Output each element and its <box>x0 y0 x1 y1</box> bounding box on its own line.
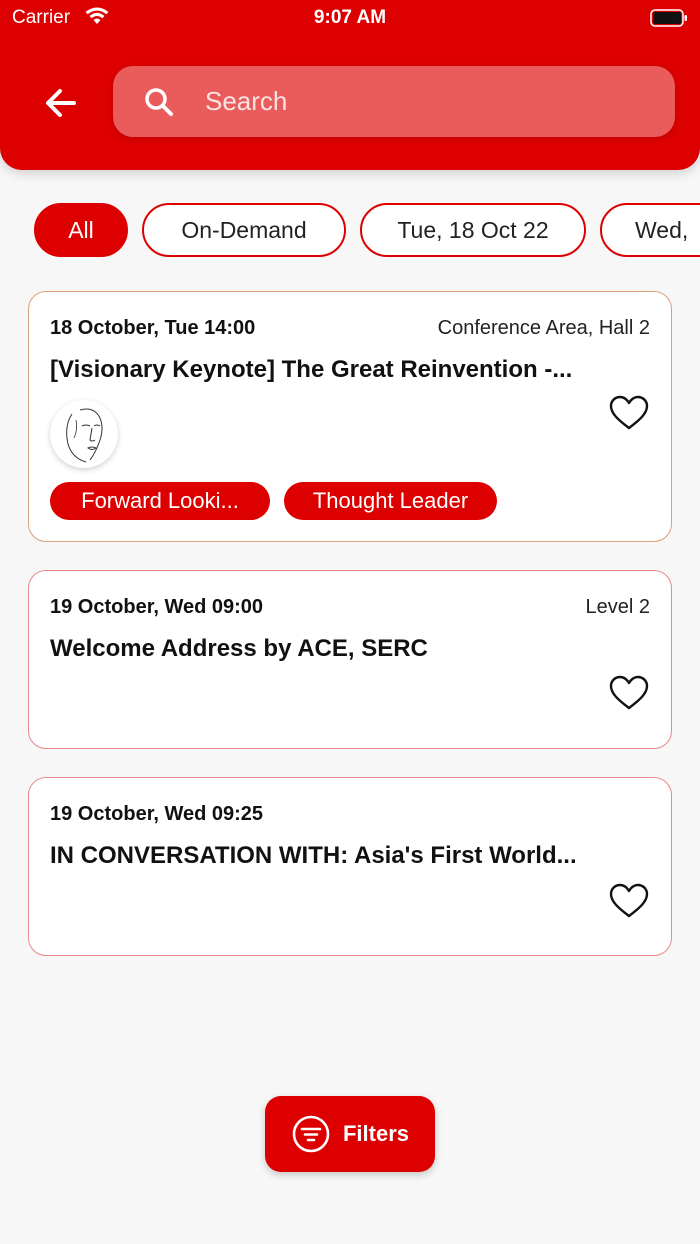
session-title: IN CONVERSATION WITH: Asia's First World… <box>50 842 577 869</box>
chip-tue-18-oct[interactable]: Tue, 18 Oct 22 <box>360 203 586 257</box>
battery-icon <box>650 9 687 27</box>
speaker-avatar <box>50 400 118 468</box>
tag-forward-looking[interactable]: Forward Looki... <box>50 482 270 520</box>
filters-label: Filters <box>342 1121 410 1146</box>
session-date: 19 October, Wed 09:25 <box>50 803 264 825</box>
session-card[interactable]: 18 October, Tue 14:00 Conference Area, H… <box>28 291 672 542</box>
date-filter-chips: All On-Demand Tue, 18 Oct 22 Wed, <box>0 203 700 257</box>
chip-wed[interactable]: Wed, <box>600 203 700 257</box>
search-bar[interactable] <box>113 66 675 137</box>
heart-icon[interactable] <box>609 395 649 431</box>
session-title: Welcome Address by ACE, SERC <box>50 635 428 662</box>
tag-thought-leader[interactable]: Thought Leader <box>284 482 497 520</box>
session-date: 18 October, Tue 14:00 <box>50 317 256 339</box>
session-location: Conference Area, Hall 2 <box>437 317 650 339</box>
session-title: [Visionary Keynote] The Great Reinventio… <box>50 356 573 383</box>
filters-button[interactable]: Filters <box>265 1096 435 1172</box>
session-location: Level 2 <box>585 596 651 618</box>
heart-icon[interactable] <box>609 883 649 919</box>
chip-all[interactable]: All <box>34 203 128 257</box>
filter-icon <box>292 1115 330 1153</box>
back-button[interactable] <box>38 80 84 126</box>
chip-on-demand[interactable]: On-Demand <box>142 203 346 257</box>
face-line-art-icon <box>66 408 103 463</box>
status-bar: Carrier 9:07 AM <box>0 0 700 36</box>
session-date: 19 October, Wed 09:00 <box>50 596 264 618</box>
search-icon <box>145 87 173 116</box>
session-card[interactable]: 19 October, Wed 09:00 Level 2 Welcome Ad… <box>28 570 672 749</box>
clock: 9:07 AM <box>313 7 387 28</box>
search-input[interactable] <box>205 86 645 117</box>
session-card[interactable]: 19 October, Wed 09:25 IN CONVERSATION WI… <box>28 777 672 956</box>
app-header: Carrier 9:07 AM <box>0 0 700 170</box>
arrow-left-icon <box>46 89 76 117</box>
heart-icon[interactable] <box>609 675 649 711</box>
